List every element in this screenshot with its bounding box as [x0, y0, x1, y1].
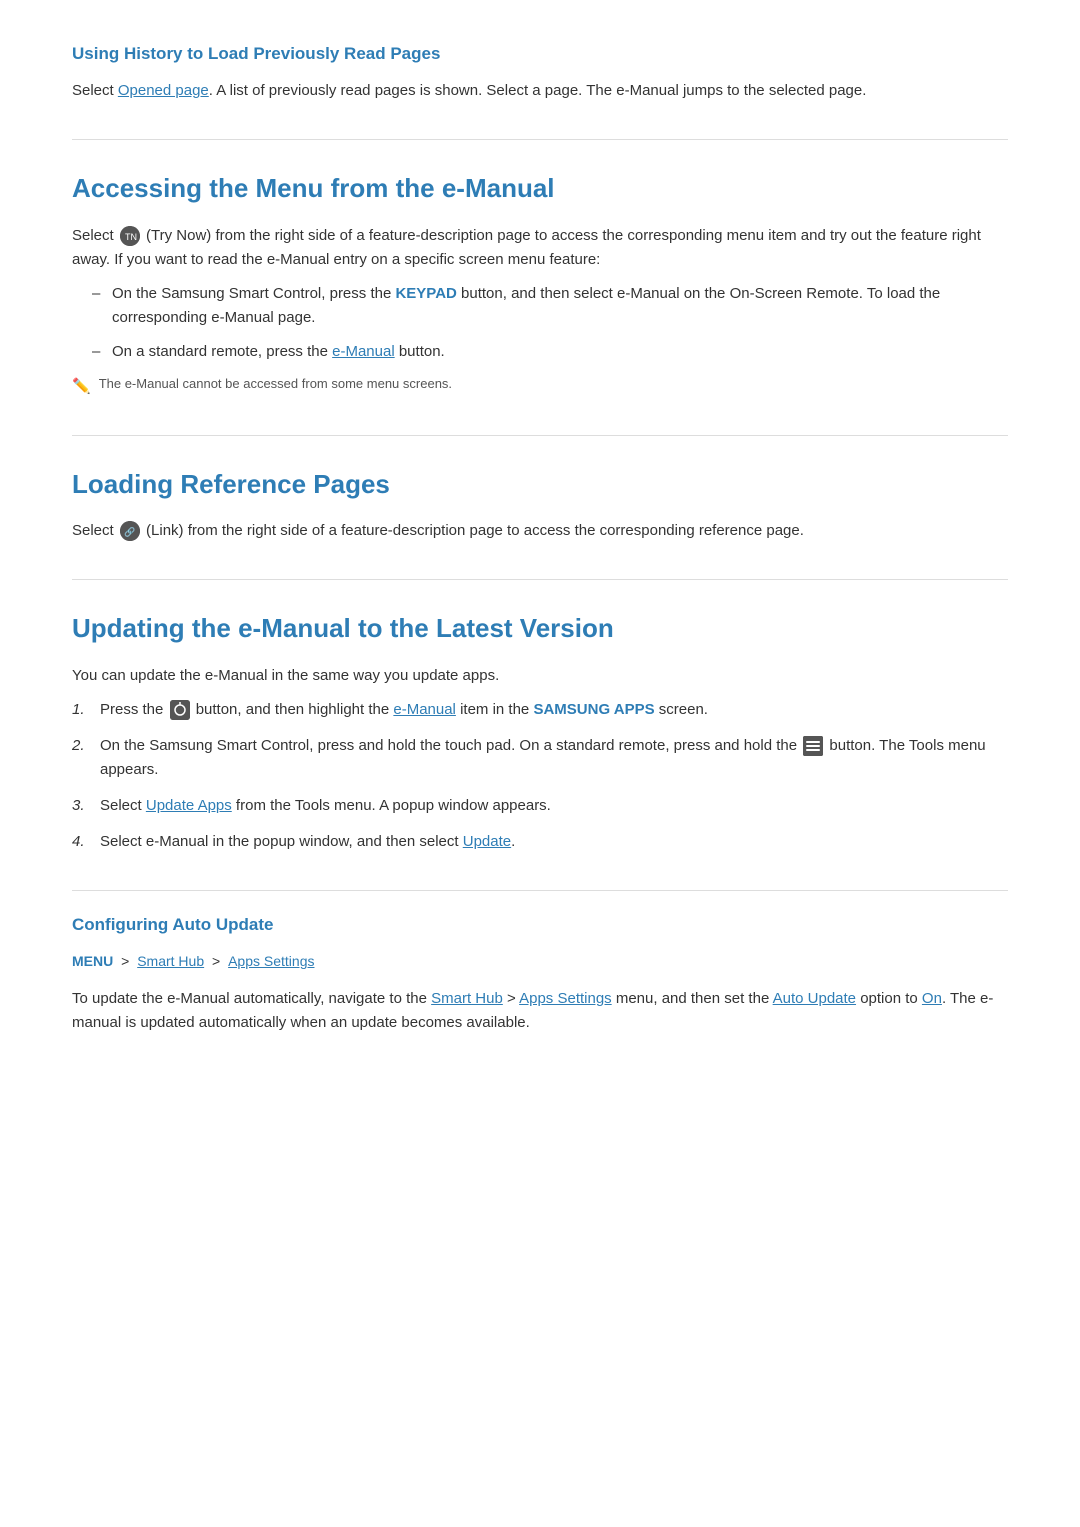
tools-icon	[803, 736, 823, 756]
bullet-2: On a standard remote, press the e-Manual…	[92, 340, 1008, 364]
emanual-link-step1[interactable]: e-Manual	[393, 701, 456, 718]
update-step-1: 1. Press the button, and then highlight …	[72, 698, 1008, 722]
history-title: Using History to Load Previously Read Pa…	[72, 40, 1008, 67]
update-step-3: 3. Select Update Apps from the Tools men…	[72, 794, 1008, 818]
step-4-text: Select e-Manual in the popup window, and…	[100, 830, 515, 854]
update-apps-link[interactable]: Update Apps	[146, 797, 232, 814]
emanual-link-bullet[interactable]: e-Manual	[332, 343, 395, 360]
configuring-auto-title: Configuring Auto Update	[72, 911, 1008, 938]
step-1-text: Press the button, and then highlight the…	[100, 698, 708, 722]
accessing-menu-title: Accessing the Menu from the e-Manual	[72, 139, 1008, 210]
step-num-3: 3.	[72, 794, 100, 818]
bullet-1: On the Samsung Smart Control, press the …	[92, 282, 1008, 330]
step-num-1: 1.	[72, 698, 100, 722]
update-steps-list: 1. Press the button, and then highlight …	[72, 698, 1008, 854]
smart-hub-link-body[interactable]: Smart Hub	[431, 990, 503, 1007]
breadcrumb-arrow-2: >	[212, 953, 224, 969]
svg-text:🔗: 🔗	[124, 526, 135, 538]
link-icon: 🔗	[120, 521, 140, 541]
update-step-2: 2. On the Samsung Smart Control, press a…	[72, 734, 1008, 782]
history-section: Using History to Load Previously Read Pa…	[72, 40, 1008, 103]
loading-reference-body: Select 🔗 (Link) from the right side of a…	[72, 519, 1008, 543]
breadcrumb-arrow-1: >	[121, 953, 133, 969]
opened-page-link[interactable]: Opened page	[118, 82, 209, 99]
smarthub-icon	[170, 700, 190, 720]
accessing-menu-intro: Select TN (Try Now) from the right side …	[72, 224, 1008, 272]
pencil-icon: ✏️	[72, 375, 91, 399]
step-num-4: 4.	[72, 830, 100, 854]
note-text: The e-Manual cannot be accessed from som…	[99, 374, 452, 395]
updating-emanual-section: Updating the e-Manual to the Latest Vers…	[72, 579, 1008, 854]
svg-text:TN: TN	[125, 232, 137, 242]
update-link[interactable]: Update	[463, 833, 511, 850]
breadcrumb-apps-settings[interactable]: Apps Settings	[228, 953, 314, 969]
accessing-menu-section: Accessing the Menu from the e-Manual Sel…	[72, 139, 1008, 399]
configuring-auto-body: To update the e-Manual automatically, na…	[72, 987, 1008, 1035]
updating-emanual-title: Updating the e-Manual to the Latest Vers…	[72, 579, 1008, 650]
section-divider	[72, 890, 1008, 891]
accessing-menu-bullets: On the Samsung Smart Control, press the …	[92, 282, 1008, 364]
breadcrumb: MENU > Smart Hub > Apps Settings	[72, 950, 1008, 972]
breadcrumb-menu[interactable]: MENU	[72, 953, 113, 969]
try-now-icon: TN	[120, 226, 140, 246]
update-step-4: 4. Select e-Manual in the popup window, …	[72, 830, 1008, 854]
updating-emanual-intro: You can update the e-Manual in the same …	[72, 664, 1008, 688]
step-3-text: Select Update Apps from the Tools menu. …	[100, 794, 551, 818]
note-emanual: ✏️ The e-Manual cannot be accessed from …	[72, 374, 1008, 399]
on-link[interactable]: On	[922, 990, 942, 1007]
step-2-text: On the Samsung Smart Control, press and …	[100, 734, 1008, 782]
configuring-auto-section: Configuring Auto Update MENU > Smart Hub…	[72, 890, 1008, 1035]
loading-reference-section: Loading Reference Pages Select 🔗 (Link) …	[72, 435, 1008, 544]
history-body: Select Opened page. A list of previously…	[72, 79, 1008, 103]
loading-reference-title: Loading Reference Pages	[72, 435, 1008, 506]
step-num-2: 2.	[72, 734, 100, 758]
apps-settings-link-body[interactable]: Apps Settings	[519, 990, 612, 1007]
keypad-highlight: KEYPAD	[395, 285, 456, 302]
auto-update-link[interactable]: Auto Update	[773, 990, 856, 1007]
breadcrumb-smart-hub[interactable]: Smart Hub	[137, 953, 204, 969]
samsung-apps-highlight: SAMSUNG APPS	[533, 701, 654, 718]
